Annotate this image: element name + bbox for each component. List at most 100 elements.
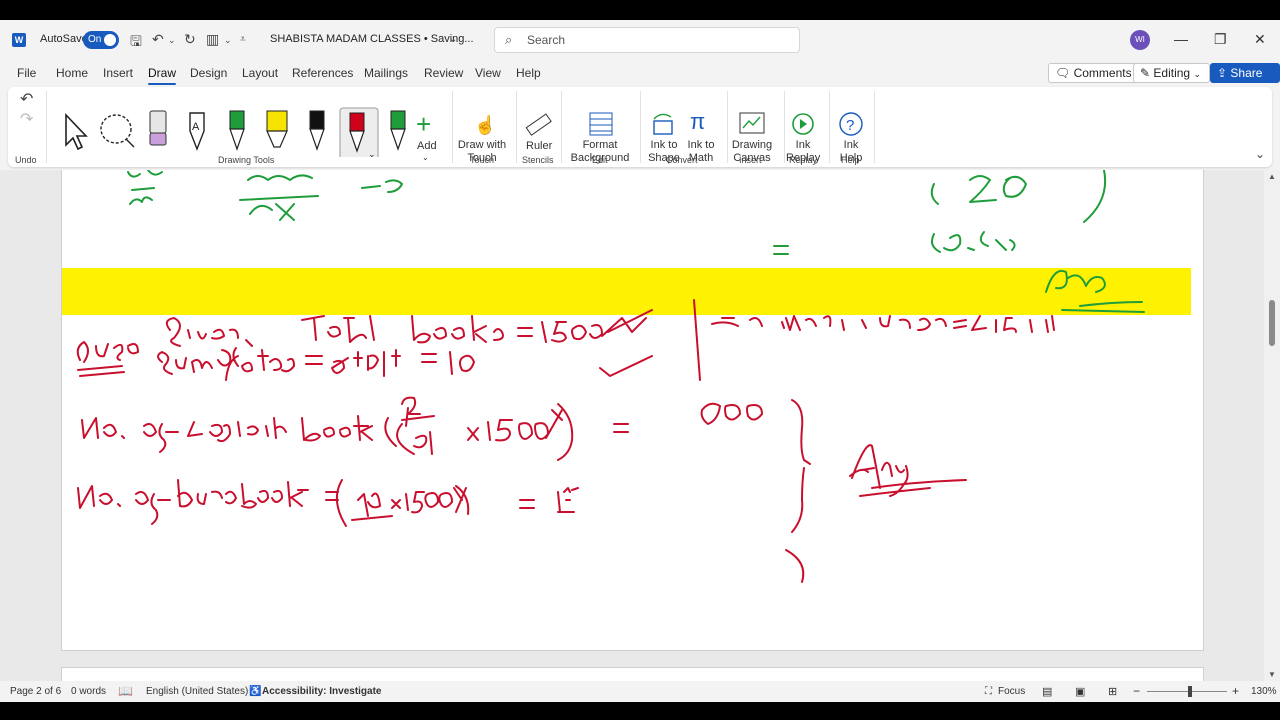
tab-help[interactable]: Help: [516, 66, 541, 80]
customize-qat-icon[interactable]: ⩡: [240, 34, 246, 45]
separator: [46, 91, 47, 163]
tab-file[interactable]: File: [17, 66, 36, 80]
ink-to-math-icon[interactable]: π: [690, 109, 705, 135]
format-background-icon[interactable]: [588, 111, 614, 137]
editing-button[interactable]: ✎ Editing ⌄: [1133, 63, 1210, 83]
title-dropdown-icon[interactable]: ⌄: [449, 34, 457, 45]
document-title[interactable]: SHABISTA MADAM CLASSES • Saving...: [270, 33, 474, 45]
tab-layout[interactable]: Layout: [242, 66, 278, 80]
ink-replay-icon[interactable]: [790, 111, 816, 137]
print-layout-icon[interactable]: ▣: [1075, 685, 1085, 698]
insert-group-label: Insert: [739, 155, 762, 165]
document-area[interactable]: [0, 170, 1264, 681]
separator: [784, 91, 785, 163]
ink-help-line1: Ink: [843, 139, 859, 151]
close-icon[interactable]: ✕: [1254, 31, 1266, 48]
eraser-icon[interactable]: [149, 110, 167, 146]
highlighter-yellow-icon[interactable]: [266, 110, 288, 148]
ink-to-shape-line1: Ink to: [650, 139, 678, 151]
ribbon-tabs: File Home Insert Draw Design Layout Refe…: [0, 60, 1280, 97]
status-bar: Page 2 of 6 0 words 📖 English (United St…: [0, 681, 1280, 702]
pen-black-icon[interactable]: [309, 110, 325, 151]
separator: [727, 91, 728, 163]
share-label: Share: [1230, 66, 1263, 80]
page-count[interactable]: Page 2 of 6: [10, 686, 61, 697]
drawing-canvas-icon[interactable]: [738, 111, 766, 137]
draw-with-touch-icon[interactable]: ☝: [474, 115, 496, 136]
tab-view[interactable]: View: [475, 66, 501, 80]
vertical-scrollbar[interactable]: ▲ ▼: [1264, 170, 1280, 681]
undo-group-label: Undo: [15, 155, 37, 165]
ruler-label[interactable]: Ruler: [526, 140, 552, 153]
redo-icon[interactable]: ↻: [184, 31, 196, 48]
ink-replay-line1: Ink: [795, 139, 811, 151]
autosave-toggle[interactable]: On: [83, 31, 119, 49]
autosave-state: On: [88, 34, 102, 45]
pen-green-2-icon[interactable]: [390, 110, 406, 151]
tab-insert[interactable]: Insert: [103, 66, 133, 80]
scroll-thumb[interactable]: [1269, 300, 1275, 346]
ruler-icon[interactable]: [524, 111, 552, 139]
handwritten-ink: [76, 170, 1145, 583]
svg-text:A: A: [192, 121, 200, 133]
stencils-group-label: Stencils: [522, 155, 554, 165]
avatar[interactable]: WI: [1130, 30, 1150, 50]
zoom-slider-thumb[interactable]: [1188, 686, 1192, 697]
separator: [829, 91, 830, 163]
draw-with-touch-line1: Draw with: [457, 139, 507, 151]
ink-to-shape-icon[interactable]: [651, 111, 677, 137]
undo-dropdown-icon[interactable]: ⌄: [168, 35, 176, 46]
add-pen-icon[interactable]: +: [416, 109, 431, 140]
tab-review[interactable]: Review: [424, 66, 463, 80]
word-window: W AutoSave On 🖫 ↶ ⌄ ↻ ▥ ⌄ ⩡ SHABISTA MAD…: [0, 20, 1280, 702]
red-ink-strokes: [76, 299, 1055, 583]
pen-green-icon[interactable]: [229, 110, 245, 151]
document-page[interactable]: [61, 170, 1204, 651]
comments-button[interactable]: 🗨 Comments: [1048, 63, 1141, 83]
tab-home[interactable]: Home: [56, 66, 88, 80]
ribbon-undo-icon[interactable]: ↶: [20, 89, 33, 109]
comments-icon: 🗨: [1055, 66, 1071, 80]
separator: [516, 91, 517, 163]
lasso-select-icon[interactable]: [100, 114, 135, 148]
share-button[interactable]: ⇪ Share ⌄: [1210, 63, 1280, 97]
zoom-out-icon[interactable]: −: [1133, 684, 1140, 698]
minimize-icon[interactable]: —: [1174, 31, 1188, 47]
restore-icon[interactable]: ❐: [1214, 31, 1227, 48]
language[interactable]: English (United States): [146, 686, 248, 697]
tab-design[interactable]: Design: [190, 66, 227, 80]
replay-group-label: Replay: [789, 155, 818, 165]
read-mode-icon[interactable]: ▤: [1042, 685, 1052, 698]
zoom-slider[interactable]: [1147, 691, 1227, 692]
search-box[interactable]: ⌕ Search: [494, 27, 800, 53]
scroll-down-icon[interactable]: ▼: [1268, 670, 1276, 679]
pens-dropdown-icon[interactable]: ⌄: [224, 35, 232, 46]
collapse-ribbon-icon[interactable]: ⌄: [1255, 147, 1265, 161]
ribbon-redo-icon[interactable]: ↷: [20, 109, 33, 129]
zoom-level[interactable]: 130%: [1251, 686, 1277, 697]
save-icon[interactable]: 🖫: [130, 31, 142, 55]
tab-references[interactable]: References: [292, 66, 353, 80]
focus-button[interactable]: Focus: [998, 686, 1025, 697]
undo-icon[interactable]: ↶: [152, 31, 164, 48]
accessibility-status[interactable]: Accessibility: Investigate: [262, 686, 382, 697]
word-count[interactable]: 0 words: [71, 686, 106, 697]
select-tool-icon[interactable]: [65, 113, 88, 151]
word-logo-icon: W: [12, 33, 26, 47]
web-layout-icon[interactable]: ⊞: [1108, 685, 1117, 698]
comments-label: Comments: [1073, 66, 1132, 80]
add-dropdown-icon[interactable]: ⌄: [422, 151, 429, 164]
zoom-in-icon[interactable]: +: [1232, 684, 1239, 698]
scroll-up-icon[interactable]: ▲: [1268, 172, 1276, 181]
tab-mailings[interactable]: Mailings: [364, 66, 408, 80]
ink-help-icon[interactable]: ?: [838, 111, 864, 137]
focus-icon: ⛶: [985, 686, 992, 697]
pens-icon[interactable]: ▥: [206, 31, 219, 48]
pen-red-selected-icon[interactable]: ⌄: [339, 107, 379, 157]
pen-black-outline-icon[interactable]: A: [189, 112, 205, 151]
format-background-line1: Format: [582, 139, 618, 151]
tab-draw[interactable]: Draw: [148, 66, 177, 85]
next-page[interactable]: [61, 667, 1204, 681]
svg-text:?: ?: [846, 117, 854, 134]
proofing-icon[interactable]: 📖: [118, 684, 133, 698]
